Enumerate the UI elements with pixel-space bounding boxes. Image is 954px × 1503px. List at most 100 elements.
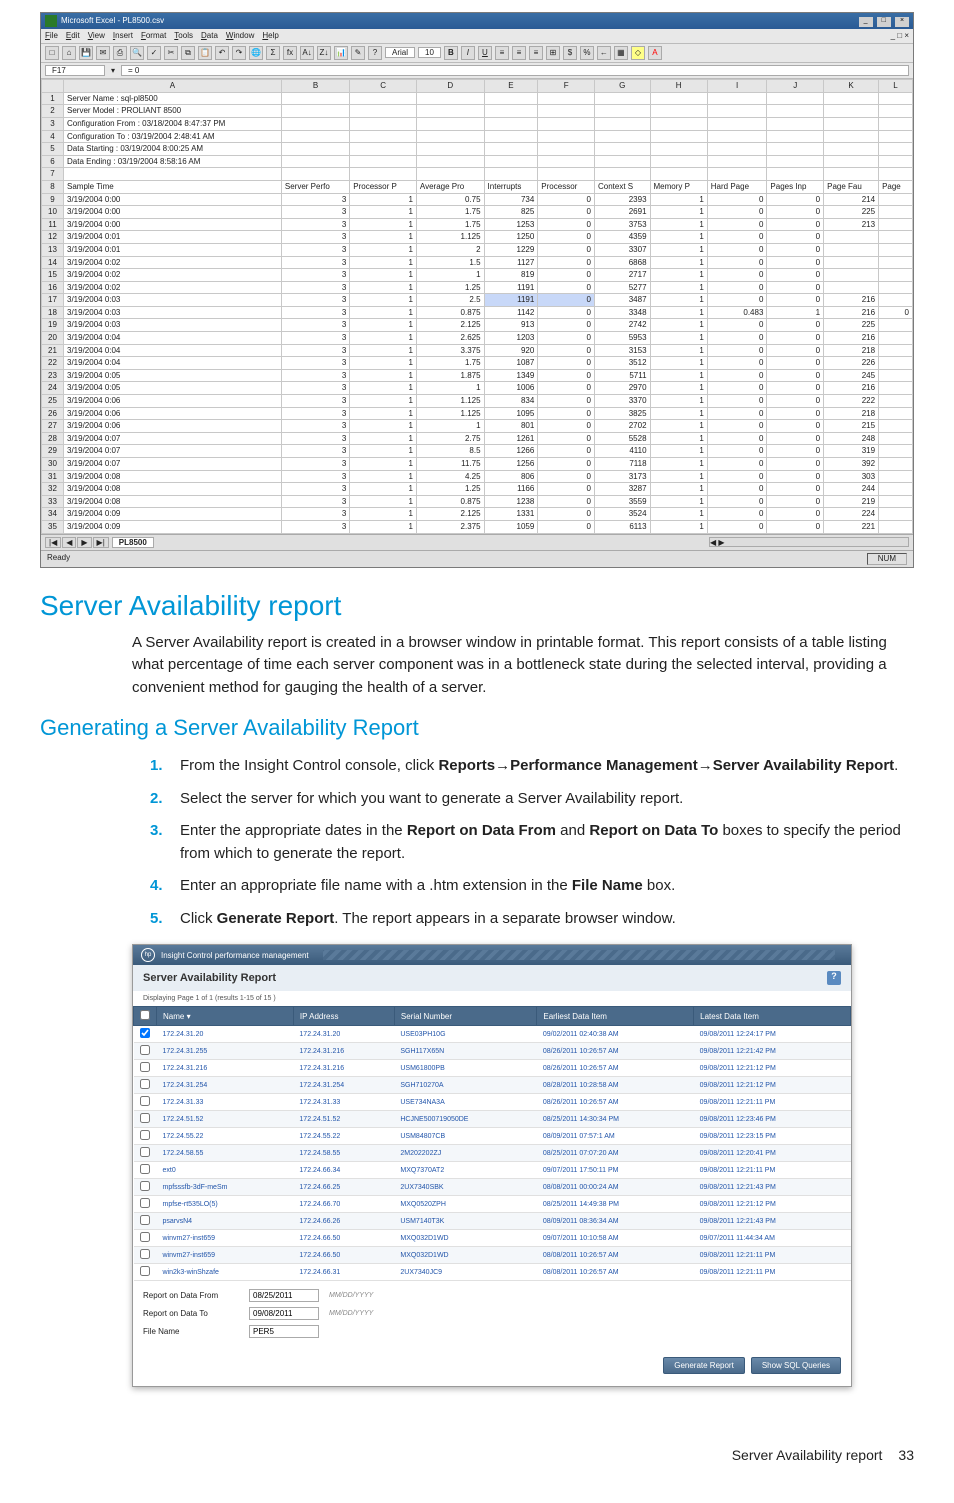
borders-icon[interactable]: ▦ — [614, 46, 628, 60]
row-header[interactable]: 7 — [42, 168, 64, 181]
data-cell[interactable]: 3 — [281, 218, 349, 231]
data-cell[interactable] — [824, 231, 879, 244]
data-cell[interactable]: 3 — [281, 306, 349, 319]
data-cell[interactable]: 0 — [538, 206, 595, 219]
data-cell[interactable]: 1.75 — [416, 206, 484, 219]
tab-first-icon[interactable]: |◀ — [45, 537, 61, 549]
data-cell[interactable]: 1 — [350, 369, 417, 382]
data-cell[interactable]: 1 — [350, 432, 417, 445]
new-icon[interactable]: □ — [45, 46, 59, 60]
data-cell[interactable]: 0 — [767, 243, 824, 256]
data-cell[interactable]: 2742 — [594, 319, 650, 332]
menu-window[interactable]: Window — [226, 31, 254, 40]
workbook-minimize-icon[interactable]: _ — [891, 31, 895, 40]
data-cell[interactable]: 3 — [281, 458, 349, 471]
col-header-L[interactable]: L — [879, 80, 913, 93]
row-header[interactable]: 33 — [42, 495, 64, 508]
data-header-cell[interactable]: Context S — [594, 180, 650, 193]
align-center-icon[interactable]: ≡ — [512, 46, 526, 60]
data-cell[interactable]: 0 — [707, 193, 767, 206]
row-checkbox[interactable] — [140, 1232, 150, 1242]
data-cell[interactable] — [879, 193, 913, 206]
align-left-icon[interactable]: ≡ — [495, 46, 509, 60]
data-cell[interactable]: 1 — [416, 269, 484, 282]
data-cell[interactable]: 0 — [538, 407, 595, 420]
ic-cell-link[interactable]: 172.24.51.52 — [163, 1116, 204, 1123]
data-cell[interactable] — [879, 294, 913, 307]
data-cell[interactable]: 0 — [767, 508, 824, 521]
show-sql-button[interactable]: Show SQL Queries — [751, 1357, 841, 1374]
row-header[interactable]: 35 — [42, 520, 64, 533]
save-icon[interactable]: 💾 — [79, 46, 93, 60]
ic-cell-link[interactable]: USM7140T3K — [400, 1218, 444, 1225]
ic-cell-link[interactable]: 172.24.31.20 — [163, 1031, 204, 1038]
data-cell[interactable]: 0 — [767, 382, 824, 395]
ic-cell-link[interactable]: 172.24.66.70 — [299, 1201, 340, 1208]
ic-cell-link[interactable]: 172.24.58.55 — [299, 1150, 340, 1157]
data-cell[interactable]: 0 — [707, 269, 767, 282]
data-cell[interactable]: 3/19/2004 0:04 — [64, 344, 282, 357]
data-cell[interactable]: 216 — [824, 306, 879, 319]
ic-cell-link[interactable]: MXQ7370AT2 — [400, 1167, 444, 1174]
data-cell[interactable]: 1 — [650, 269, 707, 282]
data-cell[interactable]: 319 — [824, 445, 879, 458]
data-cell[interactable]: 1 — [650, 483, 707, 496]
data-cell[interactable]: 1191 — [484, 294, 538, 307]
data-cell[interactable]: 1 — [350, 256, 417, 269]
data-cell[interactable]: 221 — [824, 520, 879, 533]
row-header[interactable]: 30 — [42, 458, 64, 471]
data-cell[interactable]: 2717 — [594, 269, 650, 282]
data-cell[interactable]: 3 — [281, 294, 349, 307]
data-cell[interactable]: 0 — [767, 294, 824, 307]
data-cell[interactable]: 734 — [484, 193, 538, 206]
data-cell[interactable]: 1 — [650, 319, 707, 332]
data-cell[interactable]: 218 — [824, 344, 879, 357]
data-cell[interactable]: 1 — [350, 520, 417, 533]
row-checkbox[interactable] — [140, 1249, 150, 1259]
row-header[interactable]: 21 — [42, 344, 64, 357]
data-cell[interactable]: 2691 — [594, 206, 650, 219]
data-cell[interactable]: 3/19/2004 0:09 — [64, 520, 282, 533]
italic-icon[interactable]: I — [461, 46, 475, 60]
col-header-I[interactable]: I — [707, 80, 767, 93]
data-cell[interactable]: 3512 — [594, 357, 650, 370]
ic-cell-link[interactable]: MXQ032D1WD — [400, 1235, 448, 1242]
data-cell[interactable]: 0 — [538, 508, 595, 521]
data-cell[interactable]: 3825 — [594, 407, 650, 420]
data-cell[interactable]: 0 — [707, 458, 767, 471]
data-cell[interactable]: 1 — [650, 445, 707, 458]
data-cell[interactable]: 1 — [650, 218, 707, 231]
data-cell[interactable]: 1 — [650, 281, 707, 294]
data-cell[interactable]: 1 — [650, 344, 707, 357]
data-cell[interactable]: 392 — [824, 458, 879, 471]
data-cell[interactable]: 825 — [484, 206, 538, 219]
data-cell[interactable]: 218 — [824, 407, 879, 420]
data-cell[interactable]: 0 — [767, 458, 824, 471]
data-cell[interactable]: 0 — [767, 420, 824, 433]
cut-icon[interactable]: ✂ — [164, 46, 178, 60]
data-cell[interactable]: 1.125 — [416, 407, 484, 420]
data-cell[interactable]: 1191 — [484, 281, 538, 294]
formula-input[interactable]: = 0 — [121, 65, 909, 77]
data-cell[interactable]: 1 — [416, 420, 484, 433]
data-header-cell[interactable]: Server Perfo — [281, 180, 349, 193]
font-size-select[interactable]: 10 — [418, 47, 441, 59]
data-cell[interactable]: 3/19/2004 0:08 — [64, 495, 282, 508]
ic-cell-link[interactable]: 172.24.66.25 — [299, 1184, 340, 1191]
data-header-cell[interactable]: Processor P — [350, 180, 417, 193]
ic-cell-link[interactable]: 09/08/2011 12:21:42 PM — [700, 1048, 776, 1055]
ic-cell-link[interactable]: 08/26/2011 10:26:57 AM — [543, 1048, 619, 1055]
data-cell[interactable]: 3173 — [594, 470, 650, 483]
data-cell[interactable]: 216 — [824, 332, 879, 345]
data-cell[interactable]: 3/19/2004 0:01 — [64, 231, 282, 244]
data-cell[interactable]: 3 — [281, 319, 349, 332]
data-cell[interactable]: 4.25 — [416, 470, 484, 483]
ic-cell-link[interactable]: 172.24.66.50 — [299, 1252, 340, 1259]
ic-cell-link[interactable]: 09/08/2011 12:21:12 PM — [700, 1065, 776, 1072]
data-cell[interactable]: 1 — [350, 483, 417, 496]
corner-cell[interactable] — [42, 80, 64, 93]
row-header[interactable]: 16 — [42, 281, 64, 294]
ic-col-header[interactable]: Latest Data Item — [694, 1007, 851, 1026]
row-header[interactable]: 5 — [42, 143, 64, 156]
maximize-icon[interactable]: □ — [877, 17, 891, 27]
